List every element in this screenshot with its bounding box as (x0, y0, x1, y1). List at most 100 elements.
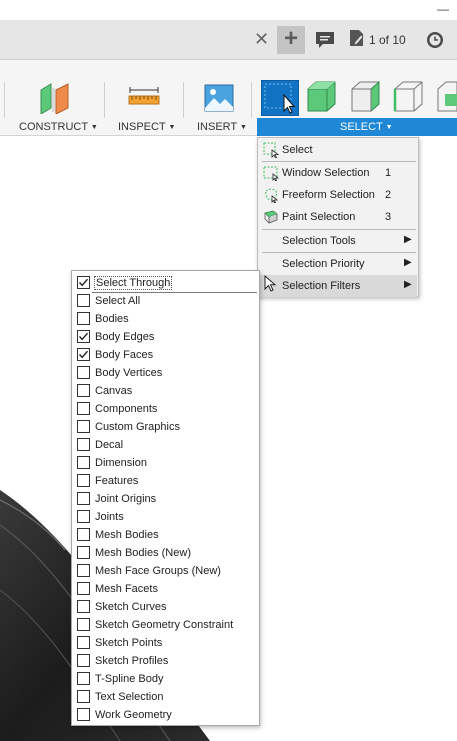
filter-item-bodies[interactable]: Bodies (76, 310, 258, 328)
filter-checkbox[interactable] (77, 510, 90, 523)
filter-checkbox[interactable] (77, 618, 90, 631)
document-tab-bar: ✕ + 1 of 10 (0, 20, 457, 60)
filter-label: Components (95, 403, 158, 415)
ribbon-toolbar: CONSTRUCT ▼ INSPECT ▼ INSERT ▼ SELECT ▼ (0, 60, 457, 136)
filter-checkbox[interactable] (77, 528, 90, 541)
filter-label: Sketch Geometry Constraint (95, 619, 234, 631)
filter-item-joint-origins[interactable]: Joint Origins (76, 490, 258, 508)
filter-item-canvas[interactable]: Canvas (76, 382, 258, 400)
filter-item-sketch-geometry-constraint[interactable]: Sketch Geometry Constraint (76, 616, 258, 634)
select-dropdown-trigger[interactable]: SELECT ▼ (257, 118, 457, 136)
filter-checkbox[interactable] (77, 474, 90, 487)
filter-label: Text Selection (95, 691, 164, 703)
clock-icon[interactable] (425, 30, 445, 50)
mouse-cursor-icon (264, 274, 278, 293)
filter-checkbox[interactable] (77, 276, 90, 289)
menu-item-window-selection[interactable]: Window Selection 1 (259, 162, 417, 184)
window-selection-icon (263, 165, 280, 182)
minimize-button[interactable]: — (437, 2, 449, 16)
filter-label: Canvas (95, 385, 133, 397)
filter-item-features[interactable]: Features (76, 472, 258, 490)
filter-item-mesh-bodies[interactable]: Mesh Bodies (76, 526, 258, 544)
filter-label: Mesh Bodies (New) (95, 547, 191, 559)
construct-group[interactable]: CONSTRUCT ▼ (10, 60, 102, 136)
filter-checkbox[interactable] (77, 546, 90, 559)
filter-checkbox[interactable] (77, 384, 90, 397)
filter-checkbox[interactable] (77, 294, 90, 307)
filter-checkbox[interactable] (77, 636, 90, 649)
selection-filters-submenu: Select Through Select All Bodies Body Edges… (71, 270, 260, 726)
filter-item-custom-graphics[interactable]: Custom Graphics (76, 418, 258, 436)
filter-label: Mesh Facets (95, 583, 158, 595)
insert-group[interactable]: INSERT ▼ (188, 60, 252, 136)
filter-checkbox[interactable] (77, 672, 90, 685)
filter-checkbox[interactable] (77, 708, 90, 721)
filter-checkbox[interactable] (77, 456, 90, 469)
filter-item-body-vertices[interactable]: Body Vertices (76, 364, 258, 382)
filter-label: Dimension (95, 457, 147, 469)
filter-item-sketch-points[interactable]: Sketch Points (76, 634, 258, 652)
toolbar-divider (4, 82, 5, 118)
menu-item-freeform-selection[interactable]: Freeform Selection 2 (259, 184, 417, 206)
filter-checkbox[interactable] (77, 420, 90, 433)
select-button[interactable] (261, 80, 299, 116)
filter-item-mesh-face-groups-new[interactable]: Mesh Face Groups (New) (76, 562, 258, 580)
filter-item-t-spline-body[interactable]: T-Spline Body (76, 670, 258, 688)
filter-checkbox[interactable] (77, 690, 90, 703)
filter-item-body-faces[interactable]: Body Faces (76, 346, 258, 364)
filter-item-select-all[interactable]: Select All (76, 292, 258, 310)
filter-item-mesh-facets[interactable]: Mesh Facets (76, 580, 258, 598)
menu-item-selection-filters[interactable]: Selection Filters ▶ (259, 275, 417, 297)
filter-item-select-through[interactable]: Select Through (76, 274, 258, 292)
filter-label: Body Vertices (95, 367, 163, 379)
menu-item-paint-selection[interactable]: Paint Selection 3 (259, 206, 417, 228)
filter-item-work-geometry[interactable]: Work Geometry (76, 706, 258, 724)
filter-item-components[interactable]: Components (76, 400, 258, 418)
filter-label: Select Through (94, 276, 173, 290)
menu-item-selection-tools[interactable]: Selection Tools ▶ (259, 230, 417, 252)
inspect-label: INSPECT ▼ (118, 121, 176, 133)
filter-item-body-edges[interactable]: Body Edges (76, 328, 258, 346)
filter-label: Features (95, 475, 139, 487)
filter-checkbox[interactable] (77, 654, 90, 667)
submenu-arrow-icon: ▶ (404, 279, 412, 290)
select-label: SELECT ▼ (340, 121, 393, 133)
select-box-icon (263, 142, 280, 159)
construct-plane-icon (38, 82, 72, 119)
filter-label: Custom Graphics (95, 421, 180, 433)
filter-checkbox[interactable] (77, 348, 90, 361)
submenu-arrow-icon: ▶ (404, 234, 412, 245)
menu-item-select[interactable]: Select (259, 139, 417, 161)
filter-checkbox[interactable] (77, 438, 90, 451)
new-tab-button[interactable]: + (277, 26, 305, 54)
inspect-group[interactable]: INSPECT ▼ (108, 60, 180, 136)
filter-checkbox[interactable] (77, 600, 90, 613)
comment-icon[interactable] (314, 30, 336, 50)
filter-label: Body Edges (95, 331, 155, 343)
construct-label: CONSTRUCT ▼ (19, 121, 98, 133)
filter-label: Sketch Points (95, 637, 163, 649)
filter-checkbox[interactable] (77, 312, 90, 325)
filter-item-dimension[interactable]: Dimension (76, 454, 258, 472)
filter-item-mesh-bodies-new[interactable]: Mesh Bodies (New) (76, 544, 258, 562)
filter-checkbox[interactable] (77, 366, 90, 379)
toolbar-divider (183, 82, 184, 118)
window-title-bar: — (0, 0, 457, 20)
filter-item-text-selection[interactable]: Text Selection (76, 688, 258, 706)
filter-item-decal[interactable]: Decal (76, 436, 258, 454)
menu-item-selection-priority[interactable]: Selection Priority ▶ (259, 253, 417, 275)
filter-checkbox[interactable] (77, 402, 90, 415)
page-indicator[interactable]: 1 of 10 (349, 29, 406, 50)
filter-checkbox[interactable] (77, 564, 90, 577)
filter-item-sketch-curves[interactable]: Sketch Curves (76, 598, 258, 616)
select-arrow-icon (264, 83, 296, 114)
measure-ruler-icon (128, 86, 160, 113)
filter-label: Bodies (95, 313, 129, 325)
filter-item-sketch-profiles[interactable]: Sketch Profiles (76, 652, 258, 670)
filter-checkbox[interactable] (77, 492, 90, 505)
filter-item-joints[interactable]: Joints (76, 508, 258, 526)
close-tab-icon[interactable]: ✕ (254, 30, 269, 48)
filter-checkbox[interactable] (77, 330, 90, 343)
filter-checkbox[interactable] (77, 582, 90, 595)
filter-label: Joint Origins (95, 493, 157, 505)
